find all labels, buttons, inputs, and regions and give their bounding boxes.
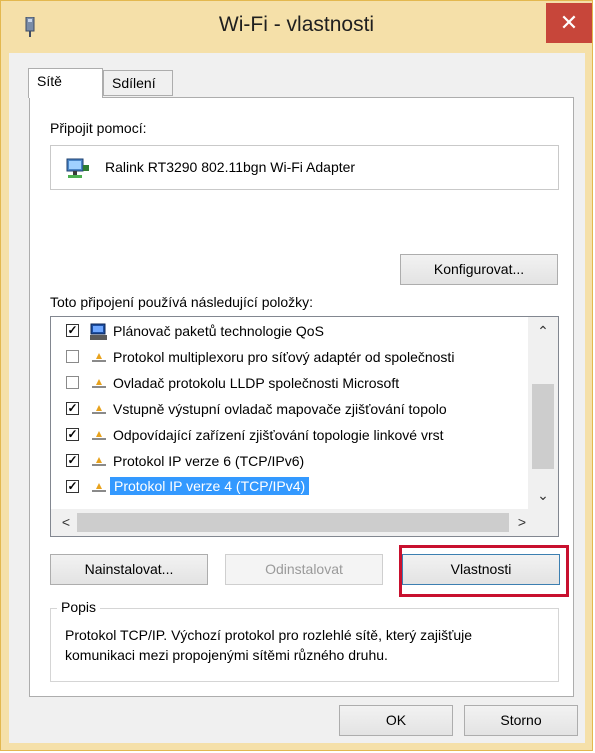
item-checkbox[interactable]: ✓ xyxy=(66,480,79,493)
horizontal-scrollbar[interactable]: < > xyxy=(51,509,558,536)
description-title: Popis xyxy=(57,599,101,615)
description-group: Popis Protokol TCP/IP. Výchozí protokol … xyxy=(50,599,559,682)
install-button[interactable]: Nainstalovat... xyxy=(50,554,208,585)
item-label: Plánovač paketů technologie QoS xyxy=(113,323,324,339)
protocol-icon xyxy=(92,483,106,492)
protocol-icon xyxy=(92,431,106,440)
adapter-name: Ralink RT3290 802.11bgn Wi-Fi Adapter xyxy=(105,159,356,175)
item-label: Protokol IP verze 6 (TCP/IPv6) xyxy=(113,453,305,469)
close-button[interactable]: ✕ xyxy=(546,3,592,43)
item-label: Ovladač protokolu LLDP společnosti Micro… xyxy=(113,375,400,391)
list-item[interactable]: ✓ Odpovídající zařízení zjišťování topol… xyxy=(51,423,529,449)
title-bar[interactable]: Wi-Fi - vlastnosti ✕ xyxy=(1,1,592,53)
item-checkbox[interactable] xyxy=(66,350,79,363)
configure-button[interactable]: Konfigurovat... xyxy=(400,254,558,285)
adapter-box: Ralink RT3290 802.11bgn Wi-Fi Adapter xyxy=(50,145,559,190)
description-text: Protokol TCP/IP. Výchozí protokol pro ro… xyxy=(65,627,473,663)
tab-panel: Připojit pomocí: Ralink RT3290 802.11bgn… xyxy=(29,97,574,697)
scroll-up-icon[interactable]: ⌃ xyxy=(528,323,558,340)
horizontal-scroll-thumb[interactable] xyxy=(77,513,509,532)
tab-sharing[interactable]: Sdílení xyxy=(103,70,173,96)
vertical-scrollbar[interactable]: ⌃ ⌄ xyxy=(528,317,558,510)
dialog-client: Sítě Sdílení Připojit pomocí: Ralink RT3… xyxy=(9,53,585,743)
network-card-icon xyxy=(66,158,89,178)
scroll-right-icon[interactable]: > xyxy=(507,514,537,530)
qos-scheduler-icon xyxy=(90,323,107,340)
protocol-icon xyxy=(92,379,106,388)
connect-using-label: Připojit pomocí: xyxy=(50,120,147,136)
item-label: Odpovídající zařízení zjišťování topolog… xyxy=(113,427,444,443)
item-label: Protokol multiplexoru pro síťový adaptér… xyxy=(113,349,455,365)
item-checkbox[interactable]: ✓ xyxy=(66,428,79,441)
item-checkbox[interactable] xyxy=(66,376,79,389)
items-label: Toto připojení používá následující polož… xyxy=(50,294,314,310)
list-item[interactable]: Ovladač protokolu LLDP společnosti Micro… xyxy=(51,371,529,397)
properties-highlight xyxy=(399,545,569,597)
item-checkbox[interactable]: ✓ xyxy=(66,454,79,467)
cancel-button[interactable]: Storno xyxy=(464,705,578,736)
list-item[interactable]: Protokol multiplexoru pro síťový adaptér… xyxy=(51,345,529,371)
item-label: Vstupně výstupní ovladač mapovače zjišťo… xyxy=(113,401,447,417)
components-list[interactable]: ✓ Plánovač paketů technologie QoS Protok… xyxy=(50,316,559,537)
scroll-down-icon[interactable]: ⌄ xyxy=(528,487,558,504)
uninstall-button[interactable]: Odinstalovat xyxy=(225,554,383,585)
list-item[interactable]: ✓ Vstupně výstupní ovladač mapovače zjiš… xyxy=(51,397,529,423)
tab-networks[interactable]: Sítě xyxy=(28,68,103,98)
protocol-icon xyxy=(92,353,106,362)
list-item[interactable]: ✓ Plánovač paketů technologie QoS xyxy=(51,319,529,345)
list-item-selected[interactable]: ✓ Protokol IP verze 4 (TCP/IPv4) xyxy=(51,475,529,501)
vertical-scroll-thumb[interactable] xyxy=(532,384,554,469)
protocol-icon xyxy=(92,405,106,414)
list-item[interactable]: ✓ Protokol IP verze 6 (TCP/IPv6) xyxy=(51,449,529,475)
item-checkbox[interactable]: ✓ xyxy=(66,324,79,337)
item-checkbox[interactable]: ✓ xyxy=(66,402,79,415)
protocol-icon xyxy=(92,457,106,466)
ok-button[interactable]: OK xyxy=(339,705,453,736)
window-title: Wi-Fi - vlastnosti xyxy=(218,13,375,36)
dialog-window: Wi-Fi - vlastnosti ✕ Sítě Sdílení Připoj… xyxy=(0,0,593,751)
item-label: Protokol IP verze 4 (TCP/IPv4) xyxy=(110,477,310,495)
